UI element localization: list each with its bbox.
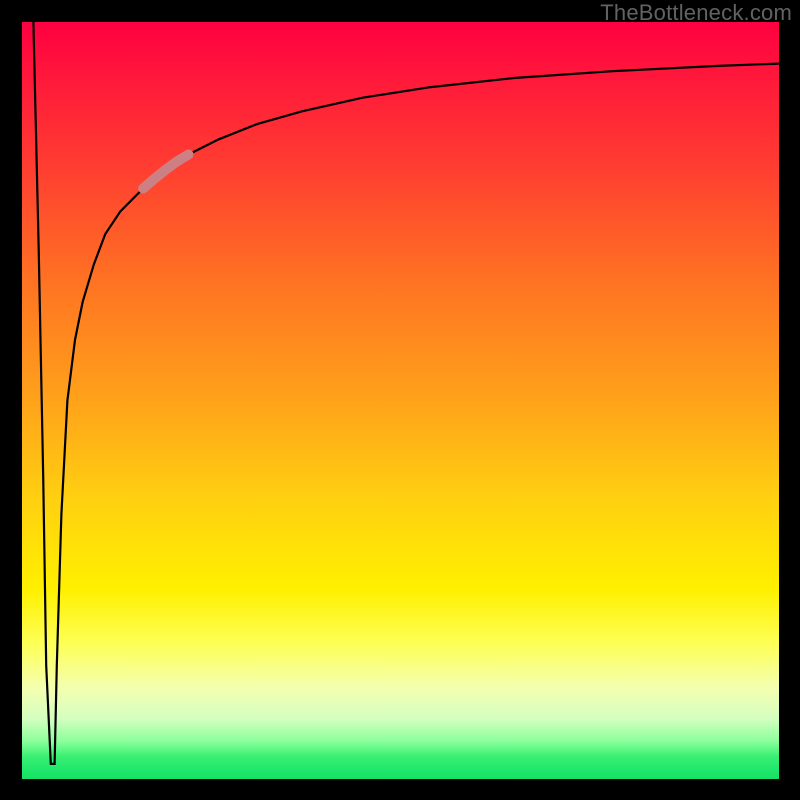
highlight-segment-path <box>143 155 188 189</box>
chart-container: TheBottleneck.com <box>0 0 800 800</box>
curve-layer <box>22 22 779 779</box>
bottleneck-curve-path <box>33 22 779 764</box>
plot-area <box>22 22 779 779</box>
